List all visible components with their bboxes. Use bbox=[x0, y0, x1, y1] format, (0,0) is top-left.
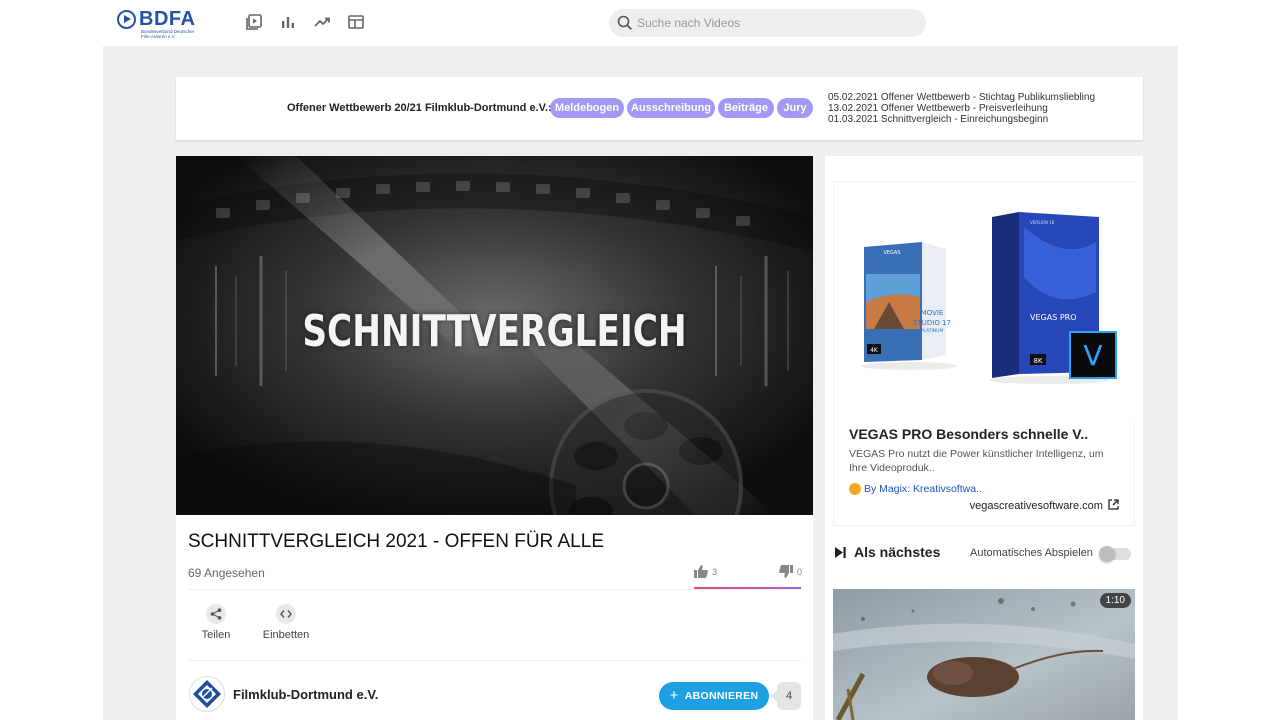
pill-ausschreibung[interactable]: Ausschreibung bbox=[627, 98, 715, 118]
date-item: 05.02.2021 Offener Wettbewerb - Stichtag… bbox=[828, 92, 1096, 103]
announcement-title: Offener Wettbewerb 20/21 Filmklub-Dortmu… bbox=[287, 102, 552, 114]
bdfa-logo[interactable]: BDFA Bundesverband Deutscher Film-Autore… bbox=[117, 8, 199, 39]
search-input[interactable] bbox=[637, 9, 917, 37]
logo-subtitle: Bundesverband Deutscher Film-Autoren e.V… bbox=[141, 29, 195, 39]
pill-beitraege[interactable]: Beiträge bbox=[718, 98, 774, 118]
ad-domain-link[interactable]: vegascreativesoftware.com bbox=[970, 499, 1119, 512]
search-icon[interactable] bbox=[617, 15, 633, 31]
box-left-badge: 4K bbox=[870, 347, 879, 354]
external-link-icon bbox=[1108, 499, 1119, 510]
box-left-brand: VEGAS bbox=[883, 250, 900, 256]
thumbs-up-icon bbox=[694, 565, 708, 578]
plus-icon: + bbox=[669, 687, 679, 704]
subscribe-button[interactable]: + ABONNIEREN bbox=[659, 682, 769, 710]
like-button[interactable]: 3 bbox=[694, 565, 717, 578]
subscriber-count: 4 bbox=[771, 682, 801, 710]
bar-chart-icon[interactable] bbox=[278, 12, 298, 32]
video-player[interactable]: SCHNITTVERGLEICH bbox=[176, 156, 813, 515]
announcement-bar: Offener Wettbewerb 20/21 Filmklub-Dortmu… bbox=[176, 77, 1143, 140]
up-next-video-thumbnail[interactable]: 1:10 bbox=[833, 589, 1135, 720]
video-info: SCHNITTVERGLEICH 2021 - OFFEN FÜR ALLE 6… bbox=[176, 515, 813, 720]
pill-jury[interactable]: Jury bbox=[777, 98, 813, 118]
advertiser-icon bbox=[849, 483, 861, 495]
divider bbox=[188, 589, 801, 590]
share-button[interactable]: Teilen bbox=[186, 604, 246, 641]
channel-avatar[interactable] bbox=[189, 676, 225, 712]
ad-advertiser[interactable]: By Magix: Kreativsoftwa.. bbox=[849, 483, 982, 495]
embed-label: Einbetten bbox=[262, 629, 310, 641]
dislike-count: 0 bbox=[797, 566, 803, 577]
channel-name[interactable]: Filmklub-Dortmund e.V. bbox=[233, 687, 378, 702]
ad-image: VEGAS MOVIE STUDIO 17 PLATINUM 4K VERSIO… bbox=[834, 182, 1136, 422]
up-next-thumbnail-image bbox=[833, 589, 1135, 720]
ad-card[interactable]: VEGAS MOVIE STUDIO 17 PLATINUM 4K VERSIO… bbox=[833, 181, 1136, 526]
embed-button[interactable]: Einbetten bbox=[256, 604, 316, 641]
share-icon bbox=[206, 604, 226, 624]
sidebar: VEGAS MOVIE STUDIO 17 PLATINUM 4K VERSIO… bbox=[825, 156, 1143, 720]
ad-title[interactable]: VEGAS PRO Besonders schnelle V.. bbox=[849, 426, 1088, 442]
video-overlay-title: SCHNITTVERGLEICH bbox=[302, 306, 687, 357]
date-item: 13.02.2021 Offener Wettbewerb - Preisver… bbox=[828, 103, 1048, 114]
autoplay-label: Automatisches Abspielen bbox=[970, 547, 1093, 559]
ad-by-label: By Magix: Kreativsoftwa.. bbox=[864, 483, 982, 495]
view-count: 69 Angesehen bbox=[188, 566, 265, 580]
play-circle-icon bbox=[117, 10, 136, 29]
pill-meldebogen[interactable]: Meldebogen bbox=[550, 98, 624, 118]
box-left-line3: PLATINUM bbox=[921, 328, 944, 334]
skip-next-icon bbox=[835, 546, 846, 558]
box-left-line1: MOVIE bbox=[921, 309, 944, 317]
nav-icons bbox=[244, 12, 366, 34]
subscribe-label: ABONNIEREN bbox=[684, 690, 759, 702]
box-right-version: VERSION 18 bbox=[1030, 220, 1055, 225]
video-title: SCHNITTVERGLEICH 2021 - OFFEN FÜR ALLE bbox=[188, 531, 604, 552]
dates-list: 05.02.2021 Offener Wettbewerb - Stichtag… bbox=[828, 92, 1095, 125]
search-bar bbox=[609, 9, 926, 37]
video-duration: 1:10 bbox=[1099, 593, 1131, 608]
dislike-button[interactable]: 0 bbox=[779, 565, 802, 578]
thumbs-down-icon bbox=[779, 565, 793, 578]
main-content: Offener Wettbewerb 20/21 Filmklub-Dortmu… bbox=[103, 46, 1178, 720]
ad-description: VEGAS Pro nutzt die Power künstlicher In… bbox=[849, 448, 1104, 474]
logo-text: BDFA bbox=[139, 8, 196, 30]
share-label: Teilen bbox=[201, 629, 231, 641]
box-left-line2: STUDIO 17 bbox=[913, 319, 951, 327]
top-bar: BDFA Bundesverband Deutscher Film-Autore… bbox=[0, 0, 1280, 46]
like-count: 3 bbox=[712, 566, 718, 577]
divider bbox=[188, 660, 801, 661]
box-right-badge: 8K bbox=[1033, 357, 1042, 365]
box-right-logo: V bbox=[1083, 339, 1102, 372]
trending-icon[interactable] bbox=[312, 12, 332, 32]
up-next-header: Als nächstes bbox=[835, 544, 940, 560]
ad-domain-text: vegascreativesoftware.com bbox=[969, 500, 1103, 512]
code-icon bbox=[276, 604, 296, 624]
up-next-label: Als nächstes bbox=[854, 544, 941, 560]
autoplay-toggle[interactable] bbox=[1099, 546, 1131, 562]
browse-icon[interactable] bbox=[346, 12, 366, 32]
box-right-brand: VEGAS PRO bbox=[1030, 313, 1077, 322]
video-library-icon[interactable] bbox=[244, 12, 264, 32]
date-item: 01.03.2021 Schnittvergleich - Einreichun… bbox=[828, 114, 1049, 125]
